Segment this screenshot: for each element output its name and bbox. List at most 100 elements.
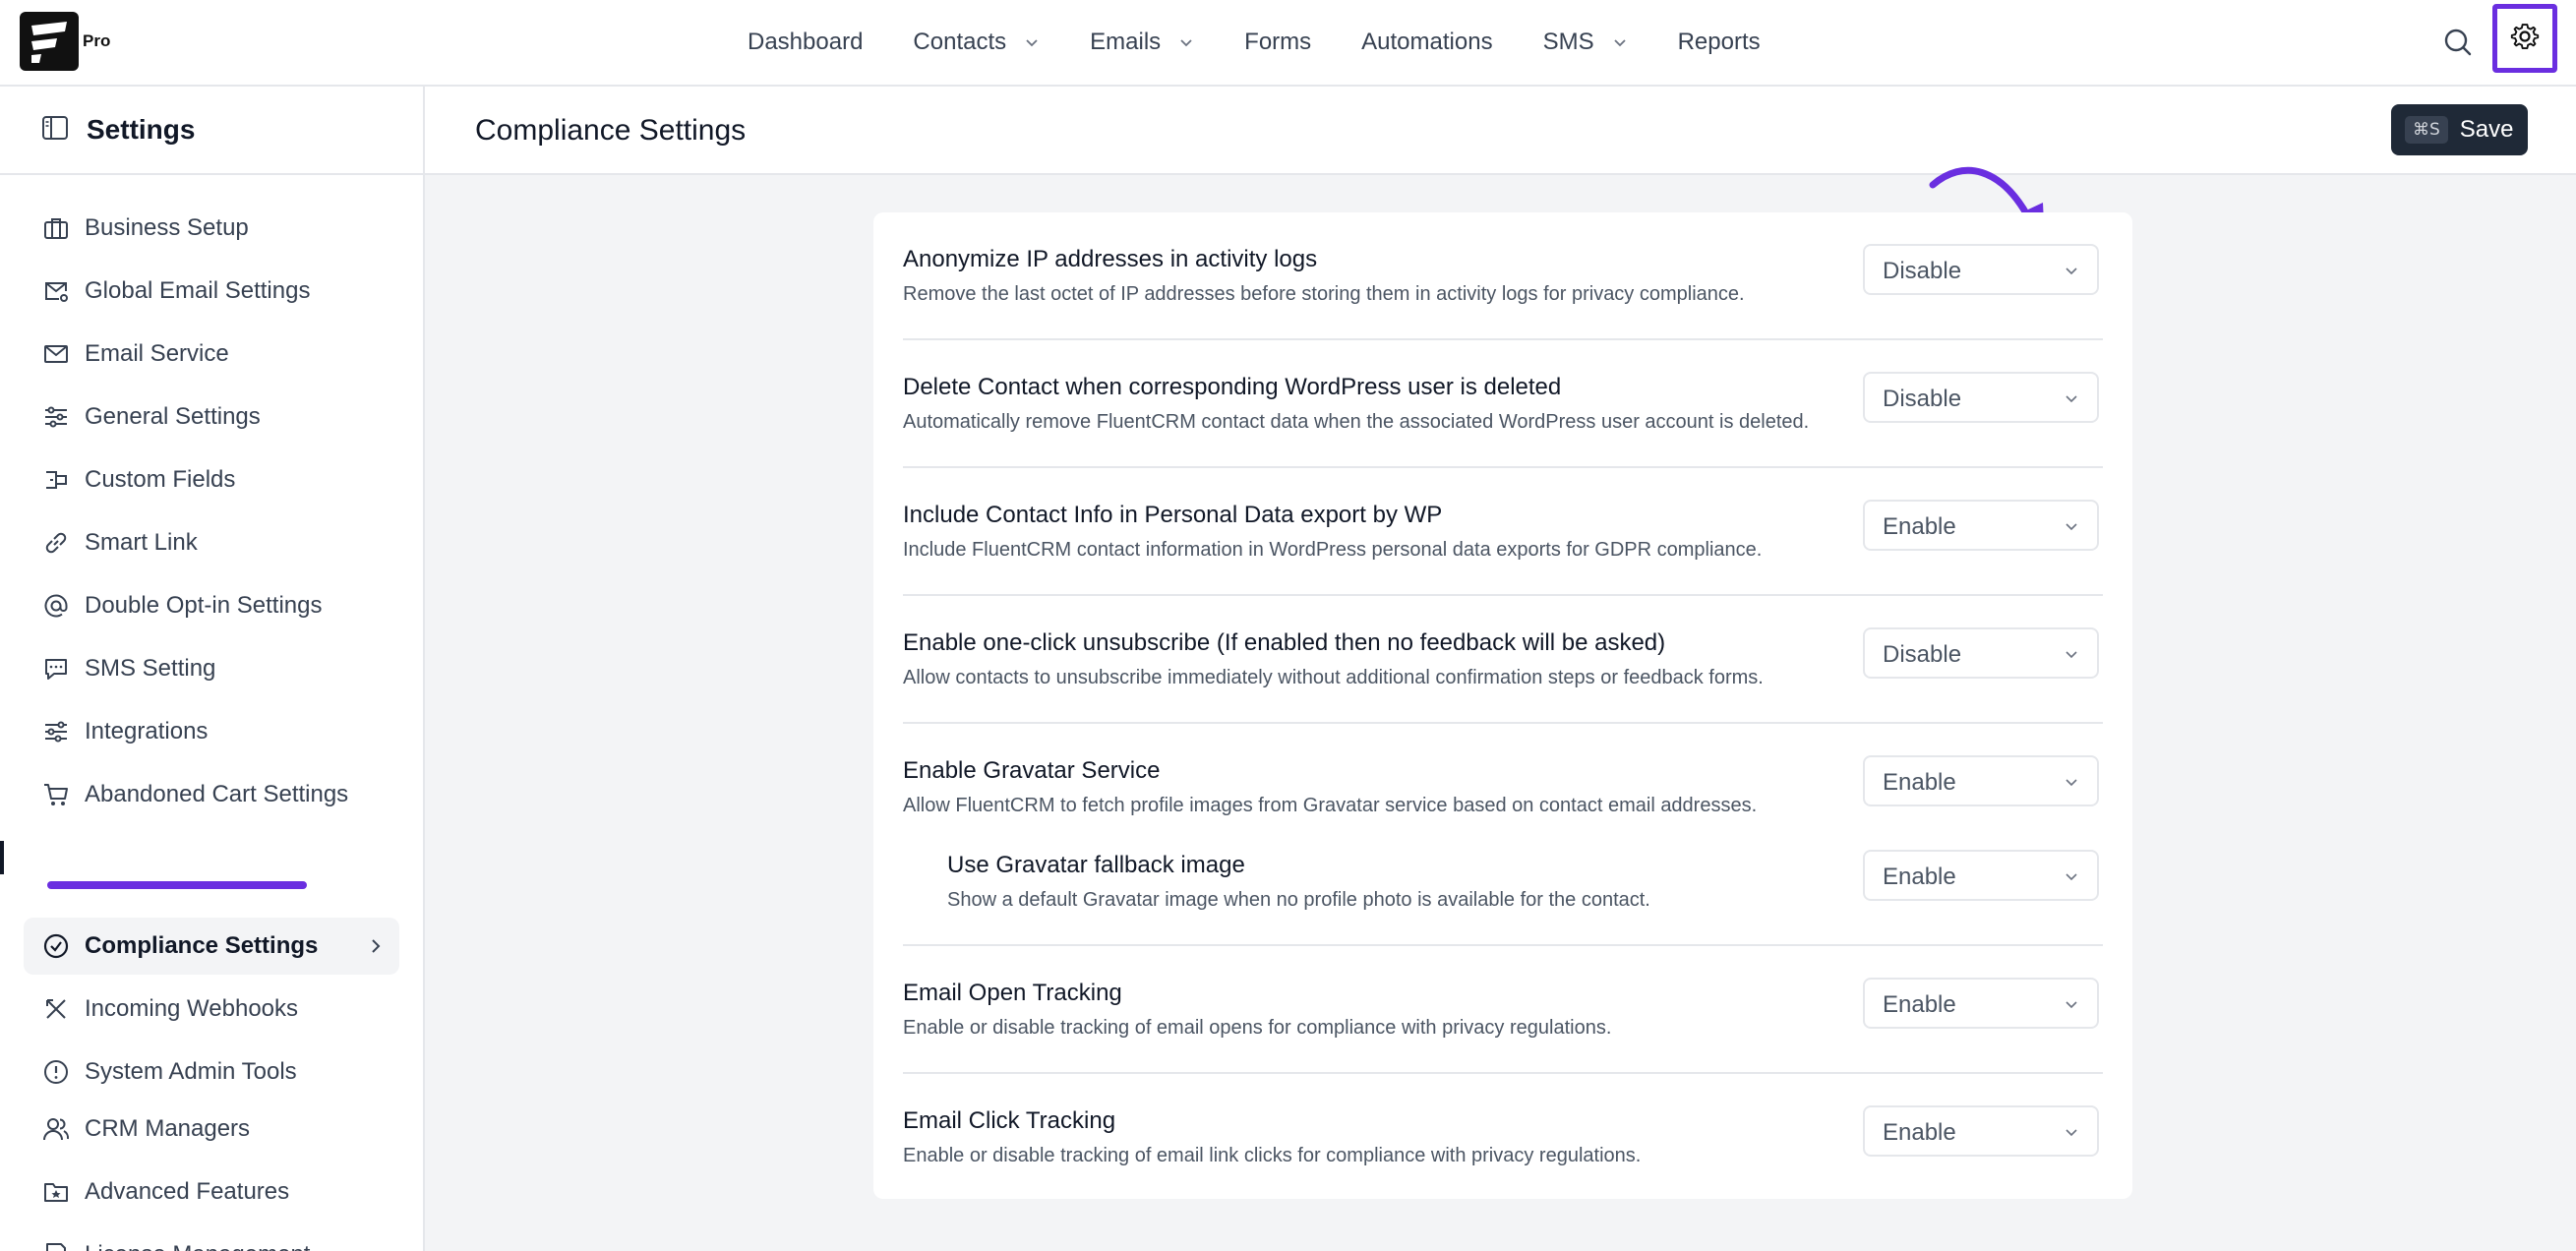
sidebar-header: Settings — [0, 87, 423, 175]
setting-title: Use Gravatar fallback image — [947, 852, 1245, 878]
sidebar-item-compliance-settings[interactable]: Compliance Settings — [24, 918, 399, 975]
setting-title: Email Click Tracking — [903, 1107, 1116, 1134]
mail-settings-icon — [41, 276, 71, 306]
anonymize-ip-select[interactable]: Disable — [1863, 244, 2099, 295]
nav-label: Automations — [1361, 29, 1493, 55]
sidebar-item-system-admin-tools[interactable]: System Admin Tools — [24, 1043, 399, 1101]
search-icon[interactable] — [2441, 26, 2475, 59]
sliders-icon — [41, 402, 71, 432]
link-icon — [41, 528, 71, 558]
delete-contact-select[interactable]: Disable — [1863, 372, 2099, 423]
main-nav: Dashboard Contacts Emails Forms Automati… — [748, 0, 1811, 85]
divider — [903, 944, 2103, 946]
alert-circle-icon — [41, 1057, 71, 1087]
sidebar-item-label: Smart Link — [85, 529, 198, 556]
nav-contacts[interactable]: Contacts — [913, 29, 1040, 56]
sidebar-item-incoming-webhooks[interactable]: Incoming Webhooks — [24, 981, 399, 1038]
top-navbar: Pro Dashboard Contacts Emails Forms Auto… — [0, 0, 2576, 87]
mail-icon — [41, 339, 71, 369]
sidebar-item-smart-link[interactable]: Smart Link — [24, 514, 399, 571]
chevron-down-icon — [2064, 390, 2079, 411]
nav-label: Reports — [1677, 29, 1761, 55]
nav-sms[interactable]: SMS — [1543, 29, 1628, 56]
nav-automations[interactable]: Automations — [1361, 29, 1492, 56]
nav-label: Forms — [1244, 29, 1312, 55]
divider — [903, 466, 2103, 468]
sidebar-item-label: Email Service — [85, 340, 229, 367]
active-indicator — [0, 841, 4, 874]
select-value: Enable — [1883, 769, 1956, 796]
sidebar-item-label: CRM Managers — [85, 1115, 251, 1142]
sidebar-item-label: Advanced Features — [85, 1178, 290, 1205]
document-icon — [41, 1240, 71, 1251]
cart-icon — [41, 780, 71, 809]
sidebar-title: Settings — [87, 114, 196, 145]
email-click-tracking-select[interactable]: Enable — [1863, 1105, 2099, 1157]
custom-fields-icon — [41, 465, 71, 495]
setting-title: Anonymize IP addresses in activity logs — [903, 246, 1318, 272]
select-value: Disable — [1883, 258, 1962, 284]
select-value: Disable — [1883, 641, 1962, 668]
setting-description: Automatically remove FluentCRM contact d… — [903, 411, 1810, 433]
sidebar-item-label: Integrations — [85, 718, 209, 745]
chevron-down-icon — [1024, 34, 1040, 50]
personal-data-export-select[interactable]: Enable — [1863, 500, 2099, 551]
setting-title: Enable Gravatar Service — [903, 757, 1161, 784]
sidebar-item-email-service[interactable]: Email Service — [24, 326, 399, 383]
message-icon — [41, 654, 71, 684]
sidebar-item-sms-setting[interactable]: SMS Setting — [24, 640, 399, 697]
sidebar-item-global-email-settings[interactable]: Global Email Settings — [24, 263, 399, 320]
nav-emails[interactable]: Emails — [1090, 29, 1194, 56]
save-button[interactable]: ⌘S Save — [2391, 104, 2528, 155]
gravatar-fallback-select[interactable]: Enable — [1863, 850, 2099, 901]
sidebar-toggle-icon[interactable] — [41, 114, 69, 147]
sidebar-item-label: License Management — [85, 1241, 310, 1251]
briefcase-icon — [41, 213, 71, 243]
email-open-tracking-select[interactable]: Enable — [1863, 978, 2099, 1029]
save-button-label: Save — [2459, 116, 2514, 143]
sidebar-item-general-settings[interactable]: General Settings — [24, 388, 399, 446]
nav-forms[interactable]: Forms — [1244, 29, 1311, 56]
settings-gear-button[interactable] — [2492, 4, 2557, 73]
one-click-unsubscribe-select[interactable]: Disable — [1863, 627, 2099, 679]
chevron-down-icon — [1178, 34, 1194, 50]
chevron-right-icon — [368, 937, 384, 960]
fluentcrm-logo[interactable] — [20, 12, 79, 71]
sidebar-item-integrations[interactable]: Integrations — [24, 703, 399, 760]
nav-label: Emails — [1090, 29, 1162, 55]
sidebar-item-advanced-features[interactable]: Advanced Features — [24, 1163, 399, 1221]
sidebar-item-label: Global Email Settings — [85, 277, 311, 304]
nav-reports[interactable]: Reports — [1678, 29, 1761, 56]
page-title: Compliance Settings — [475, 114, 747, 147]
settings-sidebar: Settings Business Setup Global Email Set… — [0, 87, 425, 1251]
sidebar-item-label: Compliance Settings — [85, 932, 319, 959]
sidebar-item-business-setup[interactable]: Business Setup — [24, 200, 399, 257]
nav-label: SMS — [1542, 29, 1594, 55]
divider — [903, 1072, 2103, 1074]
gravatar-service-select[interactable]: Enable — [1863, 755, 2099, 806]
webhook-icon — [41, 994, 71, 1024]
divider — [903, 338, 2103, 340]
sidebar-item-label: Abandoned Cart Settings — [85, 781, 349, 807]
setting-description: Include FluentCRM contact information in… — [903, 539, 1763, 561]
sidebar-item-label: General Settings — [85, 403, 261, 430]
setting-description: Allow contacts to unsubscribe immediatel… — [903, 667, 1764, 688]
chevron-down-icon — [2064, 263, 2079, 283]
chevron-down-icon — [2064, 518, 2079, 539]
sidebar-item-abandoned-cart[interactable]: Abandoned Cart Settings — [24, 766, 399, 823]
star-folder-icon — [41, 1177, 71, 1207]
nav-dashboard[interactable]: Dashboard — [748, 29, 863, 56]
sidebar-item-label: Incoming Webhooks — [85, 995, 299, 1022]
setting-description: Show a default Gravatar image when no pr… — [947, 889, 1650, 911]
save-shortcut-hint: ⌘S — [2405, 116, 2448, 144]
chevron-down-icon — [2064, 774, 2079, 795]
setting-description: Enable or disable tracking of email open… — [903, 1017, 1612, 1039]
chevron-down-icon — [1612, 34, 1628, 50]
page-header: Compliance Settings ⌘S Save — [425, 87, 2576, 175]
sidebar-item-double-opt-in[interactable]: Double Opt-in Settings — [24, 577, 399, 634]
sidebar-item-custom-fields[interactable]: Custom Fields — [24, 451, 399, 508]
gear-icon — [2510, 22, 2540, 56]
sidebar-item-license-management[interactable]: License Management — [24, 1226, 399, 1251]
sidebar-item-crm-managers[interactable]: CRM Managers — [24, 1101, 399, 1158]
compliance-settings-card: Anonymize IP addresses in activity logs … — [873, 212, 2132, 1199]
